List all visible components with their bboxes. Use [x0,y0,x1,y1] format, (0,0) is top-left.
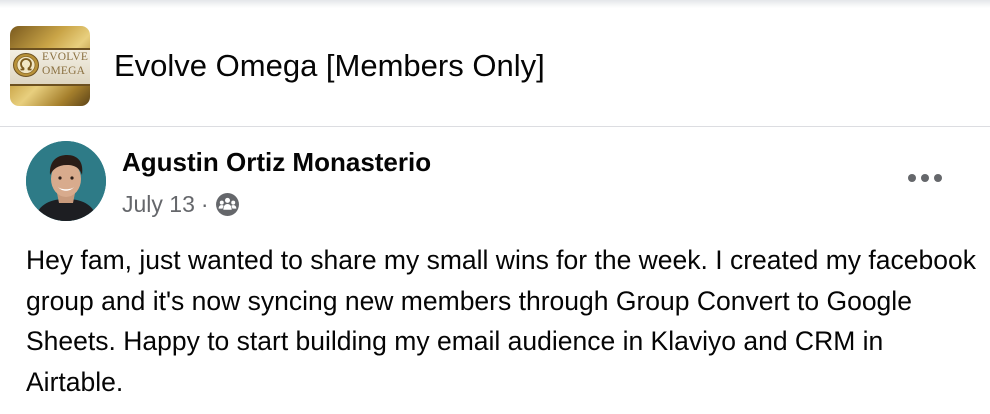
avatar-photo [26,141,106,221]
post-timestamp-link[interactable]: July 13 [122,189,195,219]
meta-separator: · [200,191,209,217]
logo-text-line2: OMEGA [42,65,86,77]
top-divider [0,0,990,8]
post-body-text: Hey fam, just wanted to share my small w… [26,245,976,397]
logo-text-line1: EVOLVE [42,51,89,63]
group-logo[interactable]: EVOLVE OMEGA [10,26,90,106]
author-avatar[interactable] [26,141,106,221]
logo-text: EVOLVE OMEGA [42,50,90,78]
post-meta: July 13 · [122,188,240,220]
post-card: Agustin Ortiz Monasterio July 13 · Hey f… [0,127,990,414]
group-members-icon[interactable] [215,192,240,217]
omega-seal-icon [13,53,39,77]
group-header: EVOLVE OMEGA Evolve Omega [Members Only] [0,8,990,127]
more-options-icon[interactable] [900,163,950,193]
author-name-link[interactable]: Agustin Ortiz Monasterio [122,145,431,179]
more-dots-glyph [908,174,942,182]
group-name-link[interactable]: Evolve Omega [Members Only] [114,46,545,86]
